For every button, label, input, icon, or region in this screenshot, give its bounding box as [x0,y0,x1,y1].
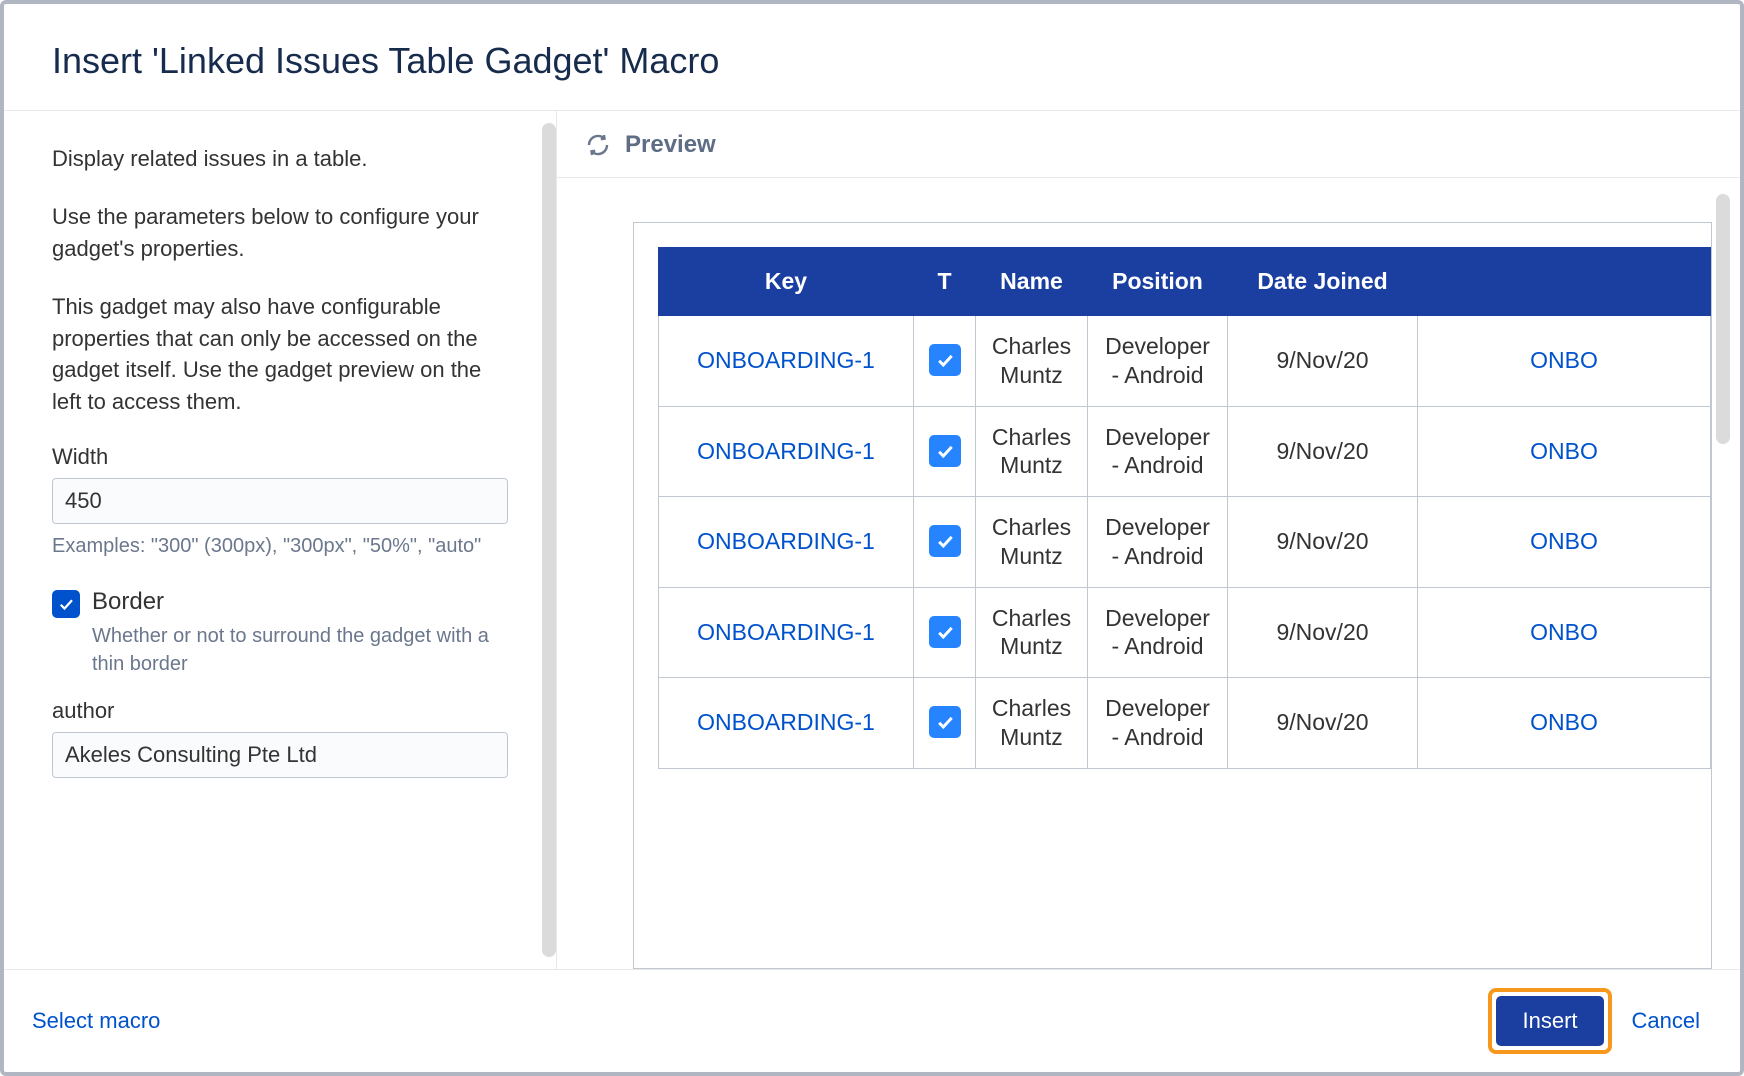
desc-intro: Display related issues in a table. [52,143,508,175]
cell-name: Charles Muntz [976,497,1088,588]
col-date-joined[interactable]: Date Joined [1228,248,1418,316]
linked-issue-link[interactable]: ONBO [1530,709,1598,735]
cell-key: ONBOARDING-1 [659,316,914,407]
task-icon [929,344,961,376]
issue-link[interactable]: ONBOARDING-1 [697,438,875,464]
issue-link[interactable]: ONBOARDING-1 [697,528,875,554]
border-meta: Border Whether or not to surround the ga… [92,588,508,678]
preview-scrollbar[interactable] [1716,194,1730,444]
cell-date: 9/Nov/20 [1228,497,1418,588]
table-row: ONBOARDING-1 Charles MuntzDeveloper - And… [659,678,1711,769]
cell-key: ONBOARDING-1 [659,587,914,678]
table-row: ONBOARDING-1 Charles MuntzDeveloper - And… [659,587,1711,678]
config-sidebar: Display related issues in a table. Use t… [4,111,556,969]
width-input[interactable] [52,478,508,524]
cell-date: 9/Nov/20 [1228,678,1418,769]
preview-content: Key T Name Position Date Joined ONBOARDI… [557,178,1740,969]
linked-issue-link[interactable]: ONBO [1530,619,1598,645]
cell-position: Developer - Android [1088,678,1228,769]
cell-linked: ONBO [1418,587,1711,678]
desc-params: Use the parameters below to configure yo… [52,201,508,265]
border-field: Border Whether or not to surround the ga… [52,588,508,678]
issues-table: Key T Name Position Date Joined ONBOARDI… [658,247,1711,769]
table-row: ONBOARDING-1 Charles MuntzDeveloper - And… [659,406,1711,497]
cell-date: 9/Nov/20 [1228,587,1418,678]
dialog-body: Display related issues in a table. Use t… [4,111,1740,970]
width-label: Width [52,444,508,470]
cell-type [914,587,976,678]
task-icon [929,706,961,738]
cell-type [914,678,976,769]
linked-issue-link[interactable]: ONBO [1530,528,1598,554]
insert-highlight: Insert [1488,988,1611,1054]
dialog-title: Insert 'Linked Issues Table Gadget' Macr… [52,40,1692,82]
issue-link[interactable]: ONBOARDING-1 [697,619,875,645]
cell-position: Developer - Android [1088,497,1228,588]
dialog-footer: Select macro Insert Cancel [4,970,1740,1072]
table-row: ONBOARDING-1 Charles MuntzDeveloper - And… [659,497,1711,588]
author-label: author [52,698,508,724]
cell-key: ONBOARDING-1 [659,497,914,588]
insert-button[interactable]: Insert [1496,996,1603,1046]
col-type[interactable]: T [914,248,976,316]
cell-type [914,497,976,588]
col-linked[interactable] [1418,248,1711,316]
task-icon [929,616,961,648]
width-hint: Examples: "300" (300px), "300px", "50%",… [52,532,508,560]
refresh-icon[interactable] [585,132,611,158]
dialog-header: Insert 'Linked Issues Table Gadget' Macr… [4,4,1740,111]
preview-pane: Preview Key T Name Position [556,111,1740,969]
linked-issue-link[interactable]: ONBO [1530,347,1598,373]
table-row: ONBOARDING-1 Charles MuntzDeveloper - And… [659,316,1711,407]
preview-table-outer: Key T Name Position Date Joined ONBOARDI… [633,222,1712,969]
width-field: Width Examples: "300" (300px), "300px", … [52,444,508,560]
issue-link[interactable]: ONBOARDING-1 [697,347,875,373]
cell-key: ONBOARDING-1 [659,678,914,769]
desc-gadget: This gadget may also have configurable p… [52,291,508,419]
cell-name: Charles Muntz [976,587,1088,678]
cell-position: Developer - Android [1088,406,1228,497]
select-macro-link[interactable]: Select macro [32,1008,160,1034]
task-icon [929,525,961,557]
cell-key: ONBOARDING-1 [659,406,914,497]
col-name[interactable]: Name [976,248,1088,316]
cell-linked: ONBO [1418,497,1711,588]
table-header-row: Key T Name Position Date Joined [659,248,1711,316]
border-checkbox[interactable] [52,590,80,618]
preview-header: Preview [557,111,1740,178]
border-label: Border [92,588,508,616]
cell-linked: ONBO [1418,316,1711,407]
cell-name: Charles Muntz [976,406,1088,497]
cell-type [914,316,976,407]
cell-date: 9/Nov/20 [1228,406,1418,497]
macro-dialog: Insert 'Linked Issues Table Gadget' Macr… [0,0,1744,1076]
cell-linked: ONBO [1418,406,1711,497]
author-field: author [52,698,508,778]
linked-issue-link[interactable]: ONBO [1530,438,1598,464]
cell-date: 9/Nov/20 [1228,316,1418,407]
task-icon [929,435,961,467]
cell-position: Developer - Android [1088,587,1228,678]
cell-name: Charles Muntz [976,678,1088,769]
author-input[interactable] [52,732,508,778]
cell-linked: ONBO [1418,678,1711,769]
cell-position: Developer - Android [1088,316,1228,407]
cancel-link[interactable]: Cancel [1632,1008,1700,1034]
cell-type [914,406,976,497]
border-desc: Whether or not to surround the gadget wi… [92,622,508,678]
issue-link[interactable]: ONBOARDING-1 [697,709,875,735]
col-position[interactable]: Position [1088,248,1228,316]
col-key[interactable]: Key [659,248,914,316]
preview-title: Preview [625,131,716,159]
sidebar-scrollbar[interactable] [542,123,556,957]
footer-buttons: Insert Cancel [1488,988,1700,1054]
cell-name: Charles Muntz [976,316,1088,407]
